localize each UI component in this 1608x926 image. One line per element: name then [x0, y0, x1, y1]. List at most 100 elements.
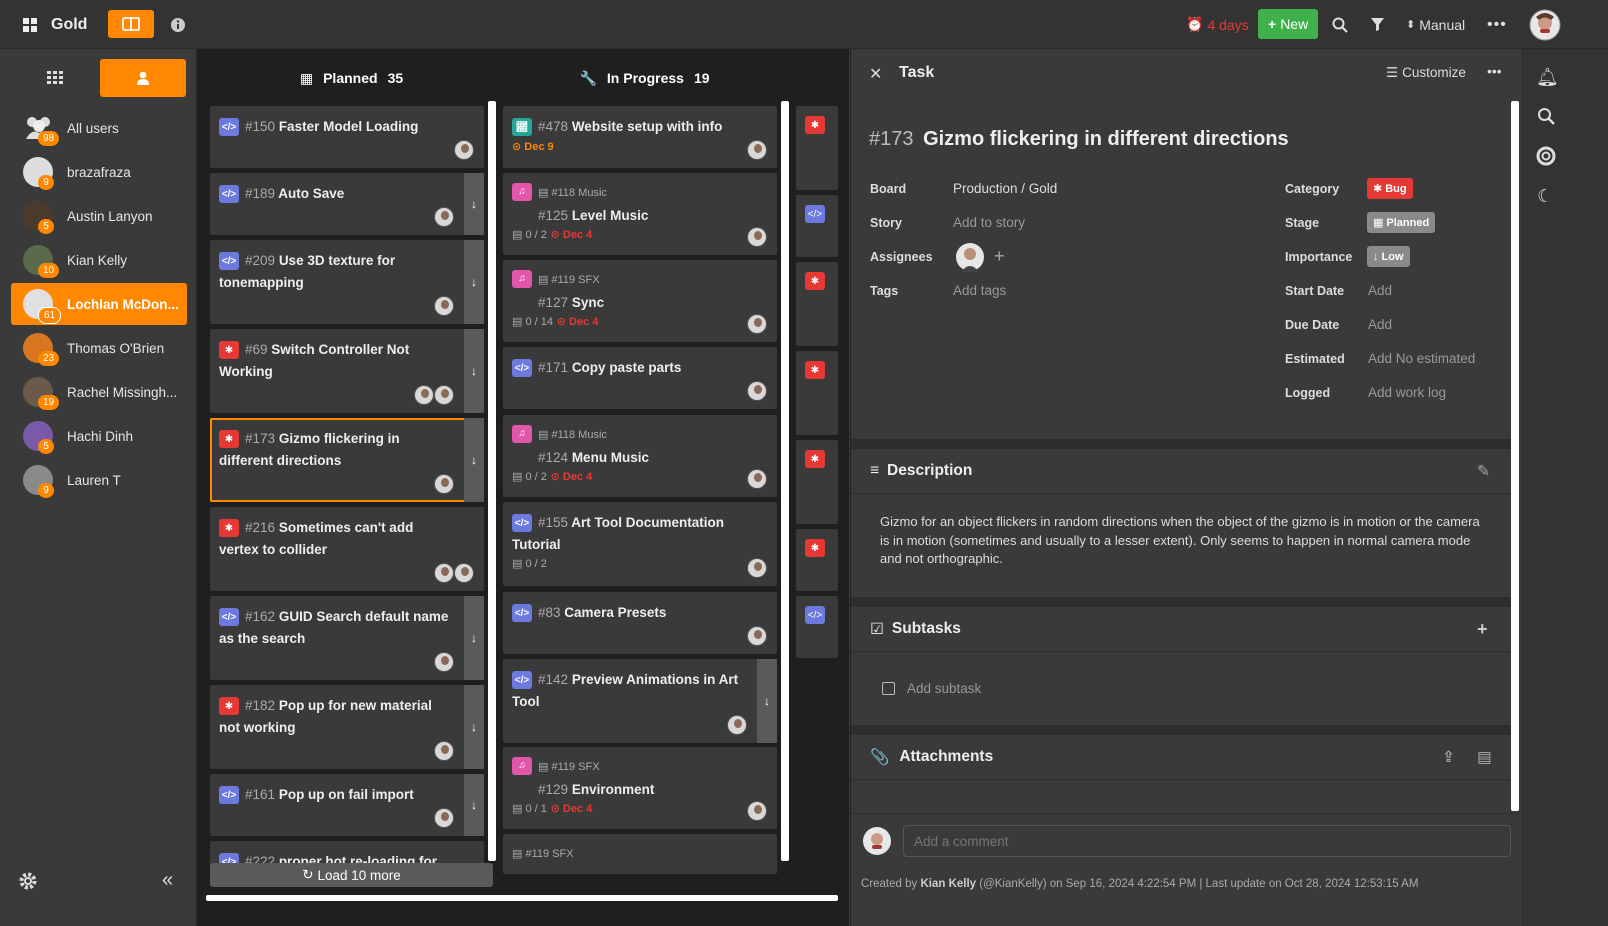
move-down-icon[interactable]: ↓ — [464, 240, 484, 324]
assignee-avatar[interactable] — [955, 242, 985, 275]
planned-card[interactable]: </> #150 Faster Model Loading — [210, 106, 484, 168]
settings-gear-icon[interactable] — [18, 871, 38, 894]
progress-card[interactable]: </> #83 Camera Presets — [503, 592, 777, 654]
close-panel-icon[interactable]: ✕ — [869, 64, 882, 84]
archive-icon[interactable]: ▤ — [1477, 748, 1492, 767]
add-assignee-icon[interactable]: + — [994, 246, 1005, 267]
search-icon[interactable] — [1537, 107, 1555, 128]
progress-card[interactable]: ♫ ▤ #118 Music #124 Menu Music ▤ 0 / 2 ⊙ De… — [503, 415, 777, 497]
move-down-icon[interactable]: ↓ — [464, 596, 484, 680]
help-lifebuoy-icon[interactable] — [1536, 146, 1556, 169]
sidebar-user[interactable]: 10 Kian Kelly — [11, 239, 187, 281]
planned-card[interactable]: ✱ #182 Pop up for new material not workin… — [210, 685, 484, 769]
due-countdown[interactable]: ⏰ 4 days — [1186, 0, 1249, 49]
more-icon[interactable]: ••• — [1487, 0, 1507, 49]
move-down-icon[interactable]: ↓ — [464, 329, 484, 413]
progress-card[interactable]: </> #142 Preview Animations in Art Tool ↓ — [503, 659, 777, 743]
move-down-icon[interactable]: ↓ — [757, 659, 777, 743]
sidebar-user[interactable]: 5 Hachi Dinh — [11, 415, 187, 457]
planned-card[interactable]: ✱ #216 Sometimes can't add vertex to coll… — [210, 507, 484, 591]
column-header-planned[interactable]: ▦ Planned 35 — [210, 62, 493, 94]
sort-dropdown[interactable]: ⬍ Manual — [1406, 0, 1465, 49]
load-more-button[interactable]: ↻ Load 10 more — [210, 863, 493, 887]
planned-scrollbar[interactable] — [488, 101, 496, 861]
progress-card[interactable]: ♫ ▤ #119 SFX #129 Environment ▤ 0 / 1 ⊙ Dec… — [503, 747, 777, 829]
sidebar-user[interactable]: 19 Rachel Missingh... — [11, 371, 187, 413]
parent-story[interactable]: ▤ #119 SFX — [512, 844, 574, 866]
grid-menu-icon[interactable] — [22, 0, 38, 49]
move-down-icon[interactable]: ↓ — [464, 173, 484, 235]
third-column-card[interactable]: ✱ — [796, 529, 838, 591]
panel-more-icon[interactable]: ••• — [1487, 63, 1502, 79]
parent-story[interactable]: ▤ #119 SFX — [538, 270, 604, 292]
stage-pill[interactable]: ▦ Planned — [1367, 212, 1436, 233]
board-horizontal-scrollbar[interactable] — [206, 895, 838, 901]
move-down-icon[interactable]: ↓ — [464, 418, 484, 502]
move-down-icon[interactable]: ↓ — [464, 774, 484, 836]
add-tags-link[interactable]: Add tags — [953, 283, 1006, 298]
new-button[interactable]: + New — [1258, 9, 1319, 39]
planned-card[interactable]: </> #209 Use 3D texture for tonemapping ↓ — [210, 240, 484, 324]
add-due-date[interactable]: Add — [1368, 317, 1392, 332]
progress-card[interactable]: 📈︎ #478 Website setup with info ⊙ Dec 9 — [503, 106, 777, 168]
panel-scrollbar[interactable] — [1511, 101, 1519, 811]
progress-card[interactable]: </> #155 Art Tool Documentation Tutorial ▤… — [503, 502, 777, 586]
bell-icon[interactable]: 🔔︎ — [1536, 67, 1559, 88]
third-column-card[interactable]: ✱ — [796, 106, 838, 190]
parent-story[interactable]: ▤ #118 Music — [538, 425, 649, 447]
planned-card[interactable]: </> #162 GUID Search default name as the … — [210, 596, 484, 680]
footer-author[interactable]: Kian Kelly — [920, 878, 976, 890]
filter-icon[interactable] — [1370, 0, 1385, 49]
column-header-in-progress[interactable]: 🔧 In Progress 19 — [503, 62, 786, 94]
description-title: Description — [887, 462, 973, 479]
progress-card[interactable]: ♫ ▤ #118 Music #125 Level Music ▤ 0 / 2 ⊙ D… — [503, 173, 777, 255]
progress-scrollbar[interactable] — [781, 101, 789, 861]
planned-card[interactable]: </> #161 Pop up on fail import ↓ — [210, 774, 484, 836]
planned-card[interactable]: ✱ #173 Gizmo flickering in different dire… — [210, 418, 484, 502]
add-subtask-icon[interactable]: + — [1477, 619, 1488, 640]
sidebar-user[interactable]: 5 Austin Lanyon — [11, 195, 187, 237]
user-avatar[interactable] — [1529, 0, 1561, 49]
progress-card[interactable]: </> #171 Copy paste parts — [503, 347, 777, 409]
description-text[interactable]: Gizmo for an object flickers in random d… — [880, 513, 1480, 569]
third-column-card[interactable]: ✱ — [796, 262, 838, 346]
subtask-checkbox[interactable] — [882, 682, 895, 695]
board-view-button[interactable] — [108, 10, 154, 38]
third-column-card[interactable]: ✱ — [796, 440, 838, 524]
add-work-log[interactable]: Add work log — [1368, 385, 1446, 400]
search-icon[interactable] — [1332, 0, 1348, 49]
sidebar-user-active[interactable]: 61 Lochlan McDon... — [11, 283, 187, 325]
third-column-card[interactable]: </> — [796, 195, 838, 257]
add-subtask-row[interactable]: Add subtask — [882, 681, 981, 696]
board-value[interactable]: Production / Gold — [953, 181, 1057, 196]
customize-button[interactable]: ☰ Customize — [1386, 65, 1466, 81]
task-title[interactable]: Gizmo flickering in different directions — [923, 128, 1289, 150]
all-view-tab[interactable] — [11, 59, 99, 97]
move-down-icon[interactable]: ↓ — [464, 685, 484, 769]
planned-card[interactable]: ✱ #69 Switch Controller Not Working ↓ — [210, 329, 484, 413]
users-view-tab[interactable] — [100, 59, 186, 97]
sidebar-user[interactable]: 9 brazafraza — [11, 151, 187, 193]
importance-pill[interactable]: ↓ Low — [1367, 246, 1410, 267]
add-estimate[interactable]: Add No estimated — [1368, 351, 1475, 366]
sidebar-user[interactable]: 9 Lauren T — [11, 459, 187, 501]
parent-story[interactable]: ▤ #118 Music — [538, 183, 648, 205]
collapse-sidebar-icon[interactable]: « — [162, 869, 173, 892]
upload-icon[interactable]: ⇪ — [1442, 748, 1455, 767]
add-story-link[interactable]: Add to story — [953, 215, 1025, 230]
dark-mode-moon-icon[interactable]: ☾ — [1537, 186, 1553, 207]
comment-input[interactable] — [903, 825, 1511, 857]
sidebar-user[interactable]: 23 Thomas O'Brien — [11, 327, 187, 369]
third-column-card[interactable]: ✱ — [796, 351, 838, 435]
planned-card[interactable]: </> #189 Auto Save ↓ — [210, 173, 484, 235]
progress-card[interactable]: ♫ ▤ #119 SFX #127 Sync ▤ 0 / 14 ⊙ Dec 4 — [503, 260, 777, 342]
info-icon[interactable] — [170, 0, 186, 49]
add-start-date[interactable]: Add — [1368, 283, 1392, 298]
edit-pencil-icon[interactable]: ✎ — [1477, 462, 1490, 481]
column-header-next[interactable] — [796, 62, 838, 94]
category-bug-pill[interactable]: ✱ Bug — [1367, 178, 1413, 199]
parent-story[interactable]: ▤ #119 SFX — [538, 757, 654, 779]
third-column-card[interactable]: </> — [796, 596, 838, 658]
sidebar-user-all[interactable]: 98 All users — [11, 107, 187, 149]
progress-card[interactable]: ▤ #119 SFX — [503, 834, 777, 874]
